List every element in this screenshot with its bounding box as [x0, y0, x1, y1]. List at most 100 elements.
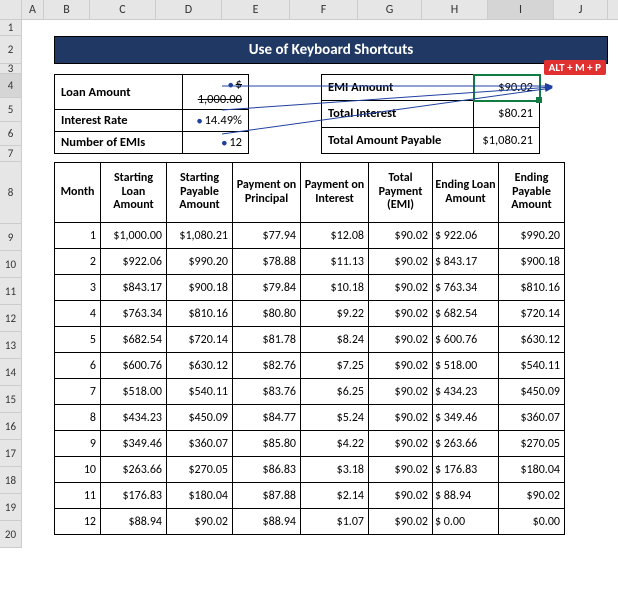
row-header-19[interactable]: 19	[0, 494, 22, 521]
interest-rate-cell[interactable]: ●14.49%	[183, 110, 249, 132]
row-header-18[interactable]: 18	[0, 467, 22, 494]
cell[interactable]: 9	[55, 431, 101, 457]
cell[interactable]: $ 518.00	[433, 353, 499, 379]
row-header-7[interactable]: 7	[0, 146, 22, 162]
cell[interactable]: $81.78	[233, 327, 301, 353]
cell[interactable]: $90.02	[369, 223, 433, 249]
cell[interactable]: 1	[55, 223, 101, 249]
cell[interactable]: $85.80	[233, 431, 301, 457]
cell[interactable]: $90.02	[369, 301, 433, 327]
table-row[interactable]: 8$434.23$450.09$84.77$5.24$90.02$ 349.46…	[55, 405, 565, 431]
col-header-C[interactable]: C	[90, 0, 156, 19]
cell[interactable]: $86.83	[233, 457, 301, 483]
cell[interactable]: 10	[55, 457, 101, 483]
cell[interactable]: $ 922.06	[433, 223, 499, 249]
worksheet-area[interactable]: Use of Keyboard Shortcuts ALT + M + P Lo…	[22, 20, 618, 548]
cell[interactable]: $90.02	[369, 431, 433, 457]
cell[interactable]: $12.08	[301, 223, 369, 249]
cell[interactable]: $180.04	[167, 483, 233, 509]
row-header-9[interactable]: 9	[0, 224, 22, 251]
cell[interactable]: $450.09	[167, 405, 233, 431]
cell[interactable]: $88.94	[101, 509, 167, 535]
cell[interactable]: 7	[55, 379, 101, 405]
col-header-F[interactable]: F	[290, 0, 358, 19]
emi-amount-cell[interactable]: $90.02	[474, 75, 540, 101]
cell[interactable]: $682.54	[101, 327, 167, 353]
table-row[interactable]: 10$263.66$270.05$86.83$3.18$90.02$ 176.8…	[55, 457, 565, 483]
cell[interactable]: 12	[55, 509, 101, 535]
cell[interactable]: 11	[55, 483, 101, 509]
table-row[interactable]: 7$518.00$540.11$83.76$6.25$90.02$ 434.23…	[55, 379, 565, 405]
cell[interactable]: $518.00	[101, 379, 167, 405]
cell[interactable]: $270.05	[499, 431, 565, 457]
row-header-10[interactable]: 10	[0, 251, 22, 278]
table-row[interactable]: 2$922.06$990.20$78.88$11.13$90.02$ 843.1…	[55, 249, 565, 275]
cell[interactable]: $80.80	[233, 301, 301, 327]
cell[interactable]: $84.77	[233, 405, 301, 431]
cell[interactable]: $990.20	[167, 249, 233, 275]
row-header-2[interactable]: 2	[0, 36, 22, 64]
cell[interactable]: $1,000.00	[101, 223, 167, 249]
cell[interactable]: $90.02	[369, 249, 433, 275]
row-header-8[interactable]: 8	[0, 162, 22, 224]
cell[interactable]: $ 176.83	[433, 457, 499, 483]
cell[interactable]: 3	[55, 275, 101, 301]
cell[interactable]: 2	[55, 249, 101, 275]
cell[interactable]: $87.88	[233, 483, 301, 509]
cell[interactable]: 8	[55, 405, 101, 431]
cell[interactable]: $4.22	[301, 431, 369, 457]
cell[interactable]: $90.02	[369, 457, 433, 483]
cell[interactable]: $349.46	[101, 431, 167, 457]
row-header-3[interactable]: 3	[0, 64, 22, 74]
num-emi-cell[interactable]: ●12	[183, 132, 249, 154]
cell[interactable]: $8.24	[301, 327, 369, 353]
row-header-20[interactable]: 20	[0, 521, 22, 548]
cell[interactable]: $77.94	[233, 223, 301, 249]
cell[interactable]: $900.18	[499, 249, 565, 275]
table-row[interactable]: 9$349.46$360.07$85.80$4.22$90.02$ 263.66…	[55, 431, 565, 457]
cell[interactable]: $78.88	[233, 249, 301, 275]
cell[interactable]: $ 682.54	[433, 301, 499, 327]
cell[interactable]: $176.83	[101, 483, 167, 509]
cell[interactable]: $90.02	[369, 327, 433, 353]
cell[interactable]: $900.18	[167, 275, 233, 301]
cell[interactable]: $6.25	[301, 379, 369, 405]
cell[interactable]: $540.11	[167, 379, 233, 405]
cell[interactable]: $90.02	[167, 509, 233, 535]
col-header-J[interactable]: J	[554, 0, 608, 19]
row-header-13[interactable]: 13	[0, 332, 22, 359]
cell[interactable]: $10.18	[301, 275, 369, 301]
cell[interactable]: $630.12	[499, 327, 565, 353]
cell[interactable]: $90.02	[369, 275, 433, 301]
cell[interactable]: $82.76	[233, 353, 301, 379]
col-header-H[interactable]: H	[422, 0, 488, 19]
cell[interactable]: $90.02	[369, 483, 433, 509]
cell[interactable]: $270.05	[167, 457, 233, 483]
cell[interactable]: $90.02	[369, 379, 433, 405]
table-row[interactable]: 3$843.17$900.18$79.84$10.18$90.02$ 763.3…	[55, 275, 565, 301]
cell[interactable]: $763.34	[101, 301, 167, 327]
cell[interactable]: $990.20	[499, 223, 565, 249]
table-row[interactable]: 4$763.34$810.16$80.80$9.22$90.02$ 682.54…	[55, 301, 565, 327]
col-header-D[interactable]: D	[156, 0, 222, 19]
row-header-5[interactable]: 5	[0, 98, 22, 122]
cell[interactable]: $90.02	[369, 509, 433, 535]
total-payable-cell[interactable]: $1,080.21	[474, 127, 540, 153]
table-row[interactable]: 1$1,000.00$1,080.21$77.94$12.08$90.02$ 9…	[55, 223, 565, 249]
cell[interactable]: $ 349.46	[433, 405, 499, 431]
cell[interactable]: $1,080.21	[167, 223, 233, 249]
table-row[interactable]: 12$88.94$90.02$88.94$1.07$90.02$ 0.00$0.…	[55, 509, 565, 535]
row-header-16[interactable]: 16	[0, 413, 22, 440]
cell[interactable]: $83.76	[233, 379, 301, 405]
table-row[interactable]: 11$176.83$180.04$87.88$2.14$90.02$ 88.94…	[55, 483, 565, 509]
loan-amount-cell[interactable]: ●$ 1,000.00	[183, 75, 249, 110]
cell[interactable]: $263.66	[101, 457, 167, 483]
cell[interactable]: $180.04	[499, 457, 565, 483]
row-header-1[interactable]: 1	[0, 20, 22, 36]
col-header-E[interactable]: E	[222, 0, 290, 19]
cell[interactable]: $922.06	[101, 249, 167, 275]
cell[interactable]: $810.16	[499, 275, 565, 301]
col-header-A[interactable]: A	[22, 0, 44, 19]
cell[interactable]: $ 763.34	[433, 275, 499, 301]
cell[interactable]: $5.24	[301, 405, 369, 431]
